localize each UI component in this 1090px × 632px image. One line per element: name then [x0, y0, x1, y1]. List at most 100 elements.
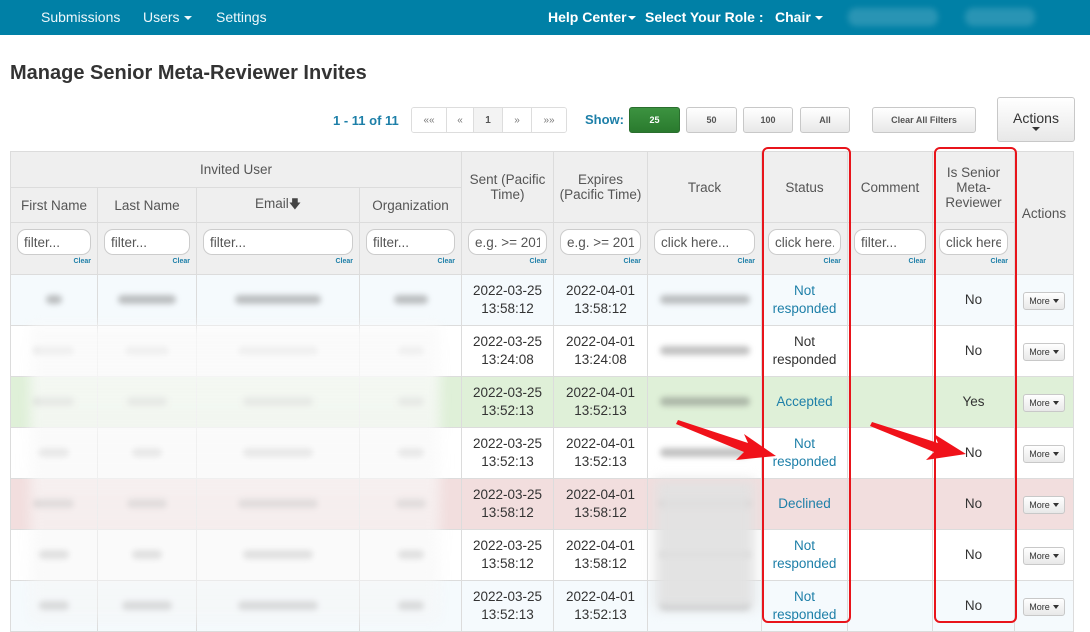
status-value[interactable]: Not responded	[773, 589, 837, 622]
senior-cell: No	[932, 529, 1015, 581]
comment-filter-input[interactable]	[854, 229, 926, 255]
table-row: 2022-03-25 13:58:12 2022-04-01 13:58:12 Not r…	[10, 274, 1074, 326]
filter-cell-senior: Clear	[932, 222, 1015, 275]
comment-cell	[847, 580, 933, 632]
col-header-email[interactable]: Email🡇	[196, 187, 360, 223]
redacted-track-overlay	[655, 480, 755, 610]
col-header-last-name[interactable]: Last Name	[97, 187, 197, 223]
col-header-expires[interactable]: Expires (Pacific Time)	[553, 151, 648, 223]
clear-filter-link[interactable]: Clear	[560, 258, 641, 265]
last-name-filter-input[interactable]	[104, 229, 190, 255]
sent-time: 13:58:12	[481, 301, 534, 316]
status-value[interactable]: Not responded	[773, 436, 837, 469]
role-value: Chair	[775, 9, 811, 25]
last-page-button[interactable]: »»	[532, 108, 566, 132]
clear-filter-link[interactable]: Clear	[768, 258, 841, 265]
page-size-25-button[interactable]: 25	[629, 107, 680, 133]
sent-time: 13:52:13	[481, 403, 534, 418]
filter-cell-last-name: Clear	[97, 222, 197, 275]
senior-cell: No	[932, 478, 1015, 530]
clear-filter-link[interactable]: Clear	[468, 258, 547, 265]
redacted-text	[659, 448, 750, 457]
clear-filter-link[interactable]: Clear	[854, 258, 926, 265]
status-value: Not responded	[772, 334, 837, 367]
nav-help-center[interactable]: Help Center	[548, 9, 636, 25]
next-page-button[interactable]: »	[503, 108, 532, 132]
col-header-first-name[interactable]: First Name	[10, 187, 98, 223]
more-label: More	[1029, 346, 1050, 357]
expires-cell: 2022-04-01 13:52:13	[553, 580, 648, 632]
first-page-button[interactable]: ««	[412, 108, 447, 132]
redacted-text	[393, 295, 428, 304]
actions-cell: More	[1014, 325, 1074, 377]
status-cell: Not responded	[761, 274, 848, 326]
redacted-nav-item[interactable]	[965, 8, 1035, 26]
expires-time: 13:58:12	[574, 505, 627, 520]
track-filter-input[interactable]	[654, 229, 755, 255]
sort-down-arrow-icon: 🡇	[288, 196, 302, 211]
page-size-all-button[interactable]: All	[800, 107, 850, 133]
col-header-senior[interactable]: Is Senior Meta-Reviewer	[932, 151, 1015, 223]
clear-all-filters-button[interactable]: Clear All Filters	[872, 107, 976, 133]
status-value[interactable]: Not responded	[773, 283, 837, 316]
senior-cell: No	[932, 274, 1015, 326]
actions-dropdown-button[interactable]: Actions	[997, 97, 1075, 142]
col-header-status[interactable]: Status	[761, 151, 848, 223]
col-header-track[interactable]: Track	[647, 151, 762, 223]
status-filter-input[interactable]	[768, 229, 841, 255]
track-cell	[647, 427, 762, 479]
col-header-comment[interactable]: Comment	[847, 151, 933, 223]
role-selector[interactable]: Chair	[775, 9, 823, 25]
expires-time: 13:58:12	[574, 301, 627, 316]
more-button[interactable]: More	[1023, 291, 1065, 310]
more-label: More	[1029, 448, 1050, 459]
first-name-filter-input[interactable]	[17, 229, 91, 255]
expires-filter-input[interactable]	[560, 229, 641, 255]
clear-filter-link[interactable]: Clear	[366, 258, 455, 265]
more-button[interactable]: More	[1023, 342, 1065, 361]
email-cell	[196, 274, 360, 326]
col-header-organization[interactable]: Organization	[359, 187, 462, 223]
sent-date: 2022-03-25	[472, 385, 543, 400]
page-size-50-button[interactable]: 50	[686, 107, 737, 133]
col-header-sent[interactable]: Sent (Pacific Time)	[461, 151, 554, 223]
sent-time: 13:58:12	[481, 556, 534, 571]
page-size-100-button[interactable]: 100	[743, 107, 793, 133]
sent-filter-input[interactable]	[468, 229, 547, 255]
organization-filter-input[interactable]	[366, 229, 455, 255]
nav-settings[interactable]: Settings	[216, 9, 267, 25]
sent-cell: 2022-03-25 13:58:12	[461, 529, 554, 581]
status-cell: Declined	[761, 478, 848, 530]
nav-users[interactable]: Users	[143, 9, 192, 25]
email-filter-input[interactable]	[203, 229, 353, 255]
more-button[interactable]: More	[1023, 495, 1065, 514]
clear-filter-link[interactable]: Clear	[104, 258, 190, 265]
redacted-user-menu[interactable]	[848, 8, 938, 26]
expires-cell: 2022-04-01 13:58:12	[553, 274, 648, 326]
sent-date: 2022-03-25	[472, 487, 543, 502]
more-label: More	[1029, 397, 1050, 408]
clear-filter-link[interactable]: Clear	[654, 258, 755, 265]
clear-filter-link[interactable]: Clear	[203, 258, 353, 265]
clear-filter-link[interactable]: Clear	[939, 258, 1008, 265]
sent-time: 13:52:13	[481, 454, 534, 469]
clear-filter-link[interactable]: Clear	[17, 258, 91, 265]
page-1-button[interactable]: 1	[474, 108, 503, 132]
senior-filter-input[interactable]	[939, 229, 1008, 255]
more-button[interactable]: More	[1023, 444, 1065, 463]
actions-cell: More	[1014, 580, 1074, 632]
expires-date: 2022-04-01	[565, 436, 636, 451]
status-cell: Not responded	[761, 325, 848, 377]
prev-page-button[interactable]: «	[447, 108, 474, 132]
more-button[interactable]: More	[1023, 393, 1065, 412]
status-value[interactable]: Not responded	[773, 538, 837, 571]
status-value[interactable]: Declined	[778, 496, 831, 511]
sent-cell: 2022-03-25 13:58:12	[461, 478, 554, 530]
more-button[interactable]: More	[1023, 597, 1065, 616]
more-button[interactable]: More	[1023, 546, 1065, 565]
status-cell: Not responded	[761, 529, 848, 581]
redacted-text	[659, 397, 750, 406]
nav-submissions[interactable]: Submissions	[41, 9, 120, 25]
filter-cell-comment: Clear	[847, 222, 933, 275]
status-value[interactable]: Accepted	[776, 394, 832, 409]
